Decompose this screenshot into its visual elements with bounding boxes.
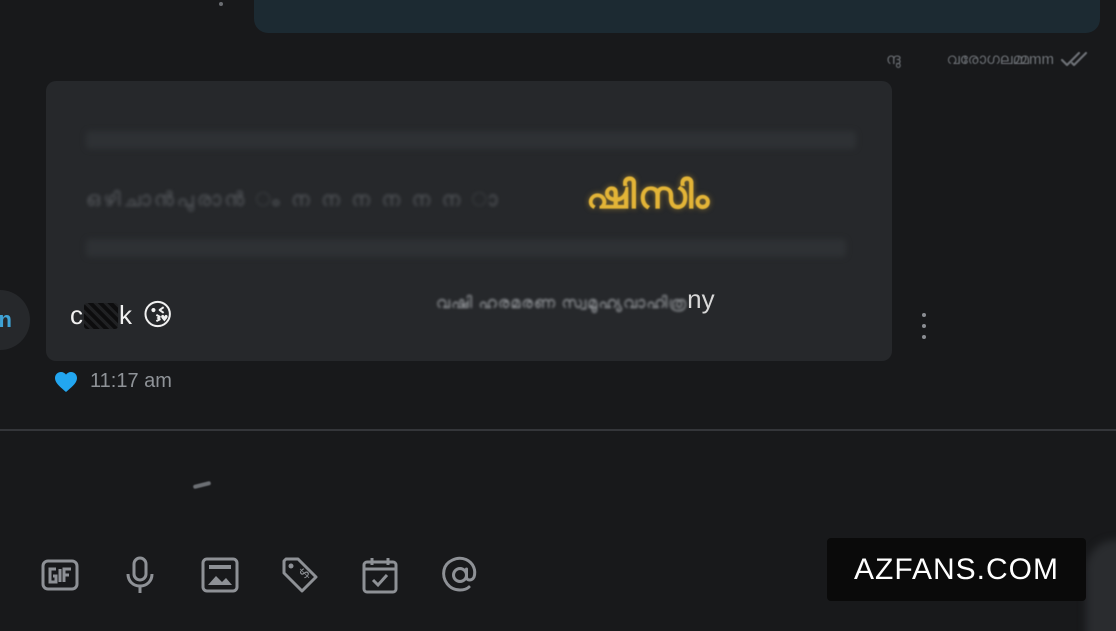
message-prefix: c [70, 300, 83, 330]
kiss-emoji: 😘 [142, 299, 174, 332]
message-suffix: k [119, 300, 132, 330]
ghost-line: ഒഴിചാൻപുരാൻ ം ന ന ന ന ന ന ാ [86, 189, 501, 211]
svg-text:$: $ [296, 565, 314, 583]
top-dot [219, 2, 223, 6]
message-image-text: ഒഴിചാൻപുരാൻ ം ന ന ന ന ന ന ാ ഷിസിം വഷി ഹര… [76, 111, 866, 314]
received-message-bubble[interactable]: ഒഴിചാൻപുരാൻ ം ന ന ന ന ന ന ാ ഷിസിം വഷി ഹര… [46, 81, 892, 361]
quote-last-line: വഷി ഹരമരണ സ്വമൂഹ്യവാഹിത്രny [436, 284, 715, 315]
price-tag-dollar-icon: $ [282, 557, 318, 593]
sent-message-bubble[interactable] [254, 0, 1100, 33]
gold-title: ഷിസിം [586, 175, 712, 217]
message-footer: 11:17 am [54, 370, 172, 393]
message-text: c k 😘 [70, 298, 173, 333]
sent-meta-status-text: വരോഗലമ്മmm [946, 50, 1054, 68]
sent-message-meta: ന്ദു വരോഗലമ്മmm [886, 48, 1094, 70]
avatar-letter: n [0, 307, 12, 332]
at-sign-icon [442, 556, 477, 592]
microphone-icon [126, 556, 154, 593]
sent-meta-label: ന്ദു [886, 50, 901, 68]
microphone-button[interactable] [120, 554, 160, 596]
chat-screen: ന്ദു വരോഗലമ്മmm n ഒഴിചാൻപുരാൻ ം ന ന ന ന … [0, 0, 1116, 631]
corner-shadow [1086, 540, 1116, 631]
redaction-block [84, 302, 118, 329]
message-time: 11:17 am [90, 370, 172, 392]
text-cursor [192, 480, 212, 490]
image-icon [201, 557, 239, 593]
blurred-line [86, 131, 856, 149]
quote-last-line-tail: ny [687, 284, 715, 314]
double-check-icon [1060, 51, 1088, 67]
watermark: AZFANS.COM [827, 538, 1086, 601]
image-button[interactable] [200, 554, 240, 596]
schedule-button[interactable] [360, 554, 400, 596]
heart-icon[interactable] [54, 371, 78, 393]
gif-button[interactable] [40, 554, 80, 596]
blurred-line [86, 239, 846, 257]
composer-toolbar: $ [40, 553, 520, 597]
sent-status: വരോഗലമ്മmm [947, 50, 1094, 68]
calendar-check-icon [362, 558, 398, 594]
avatar[interactable]: n [0, 290, 30, 350]
more-options-icon[interactable] [917, 313, 931, 339]
quote-last-line-fade: വഷി ഹരമരണ സ്വമൂഹ്യവാഹിത്ര [436, 295, 688, 312]
tip-button[interactable]: $ [280, 554, 320, 596]
message-input[interactable] [0, 431, 1116, 541]
mention-button[interactable] [440, 554, 480, 596]
gif-icon [41, 559, 79, 591]
